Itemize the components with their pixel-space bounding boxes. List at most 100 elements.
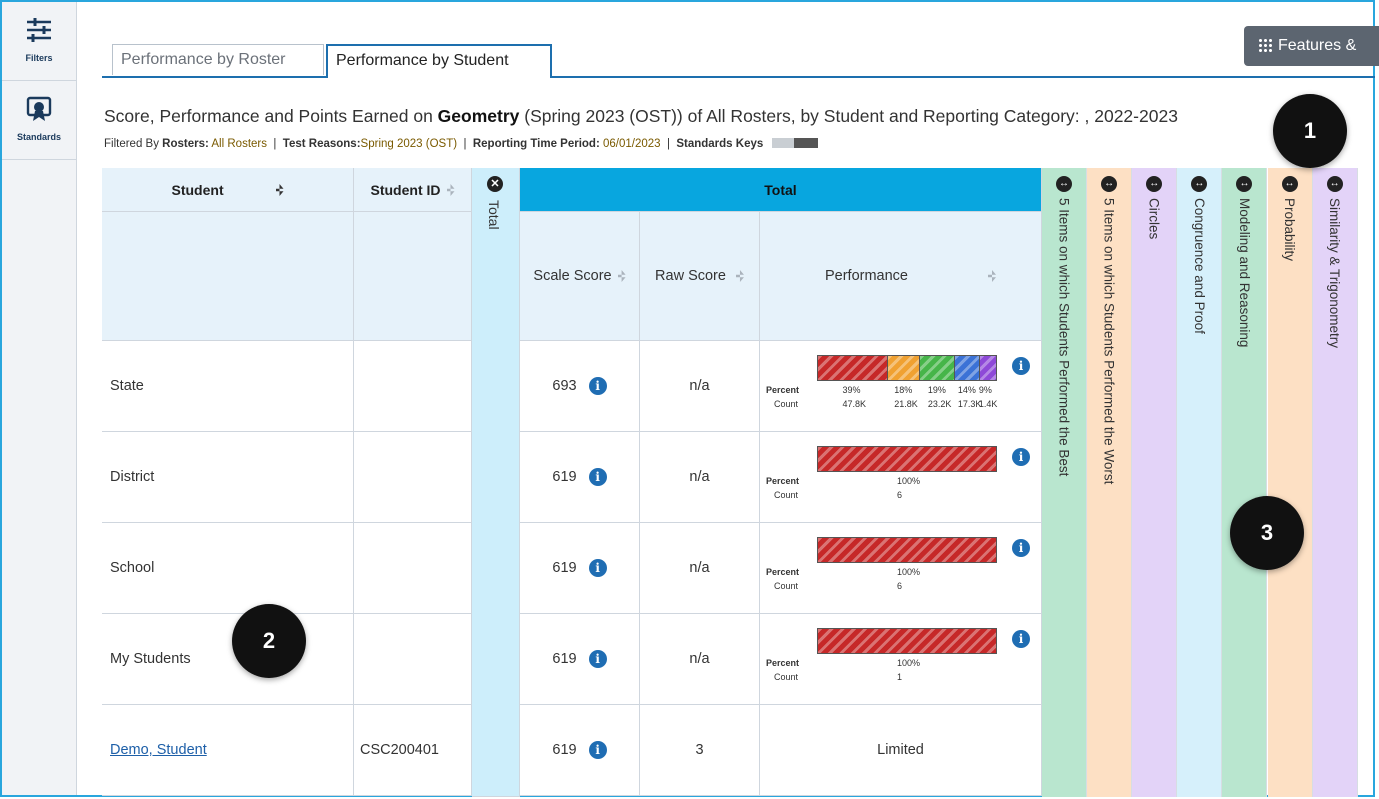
info-icon[interactable]: i — [588, 468, 607, 486]
expand-icon[interactable]: ↔ — [1281, 176, 1298, 192]
student-name: School — [110, 560, 155, 576]
percent-label: Percent — [766, 385, 800, 395]
category-column[interactable]: ↔ Circles — [1132, 168, 1178, 797]
filter-period-key: Reporting Time Period: — [472, 138, 600, 150]
raw-score-value: 3 — [695, 742, 704, 758]
performance-bar[interactable] — [817, 446, 997, 472]
performance-label: Performance — [824, 268, 908, 284]
info-icon[interactable]: i — [1012, 448, 1030, 466]
performance-level: Limited — [877, 742, 924, 758]
sort-icon[interactable] — [617, 270, 626, 282]
info-icon[interactable]: i — [1012, 630, 1030, 648]
expand-icon[interactable]: ↔ — [1326, 176, 1343, 192]
category-column[interactable]: ↔ 5 Items on which Students Performed the… — [1087, 168, 1133, 797]
raw-score-header[interactable]: Raw Score — [640, 212, 760, 341]
sort-icon[interactable] — [275, 184, 284, 196]
filters-button[interactable]: Filters — [2, 2, 76, 81]
category-label: Congruence and Proof — [1191, 198, 1207, 334]
sort-icon[interactable] — [988, 270, 996, 282]
expand-icon[interactable]: ↔ — [1236, 176, 1253, 192]
student-id-column-header[interactable]: Student ID — [354, 168, 472, 212]
performance-bar[interactable] — [817, 355, 997, 381]
filter-separator: | — [463, 138, 467, 150]
expand-icon[interactable]: ↔ — [1146, 176, 1163, 192]
scale-score-value: 619 — [552, 651, 577, 667]
filter-reasons-value: Spring 2023 (OST) — [360, 138, 458, 150]
performance-header[interactable]: Performance — [760, 212, 1042, 341]
category-label: Modeling and Reasoning — [1236, 198, 1252, 348]
sort-icon[interactable] — [735, 270, 744, 282]
category-column[interactable]: ↔ Probability — [1267, 168, 1313, 797]
table-row-student: School — [102, 523, 354, 614]
count-value: 6 — [897, 581, 903, 591]
student-link[interactable]: Demo, Student — [110, 742, 207, 758]
percent-label: Percent — [766, 567, 800, 577]
performance-segment — [818, 629, 996, 653]
expand-icon[interactable]: ↔ — [1056, 176, 1073, 192]
performance-segment — [888, 356, 921, 380]
performance-bar[interactable] — [817, 628, 997, 654]
info-icon[interactable]: i — [1012, 539, 1030, 557]
collapse-icon[interactable]: ✕ — [487, 176, 503, 192]
table-row-raw-score: n/a — [640, 341, 760, 432]
student-name: My Students — [110, 651, 191, 667]
tab-performance-by-roster[interactable]: Performance by Roster — [112, 44, 324, 75]
title-suffix: (Spring 2023 (OST)) of All Rosters, by S… — [519, 106, 1178, 126]
raw-score-value: n/a — [689, 378, 710, 394]
table-row-student-id — [354, 341, 472, 432]
percent-value: 19% — [927, 385, 946, 395]
performance-bar[interactable] — [817, 537, 997, 563]
student-column-header[interactable]: Student — [102, 168, 354, 212]
filter-summary: Filtered By Rosters: All Rosters | Test … — [104, 138, 819, 150]
title-prefix: Score, Performance and Points Earned on — [104, 106, 438, 126]
category-column[interactable]: ↔ Similarity & Trigonometry — [1312, 168, 1358, 797]
total-group-header: Total — [520, 168, 1042, 212]
count-label: Count — [774, 490, 799, 500]
percent-value: 100% — [897, 658, 921, 668]
sort-icon[interactable] — [446, 184, 455, 196]
info-icon[interactable]: i — [588, 650, 607, 668]
title-subject: Geometry — [437, 106, 520, 126]
report-tabs: Performance by Roster Performance by Stu… — [102, 44, 1375, 78]
performance-segment — [979, 356, 996, 380]
count-label: Count — [774, 581, 799, 591]
table-row-student-id — [354, 614, 472, 705]
features-label: Features & — [1278, 37, 1357, 54]
table-row-performance: 100% 1 Percent Count i — [760, 614, 1042, 705]
category-column[interactable]: ↔ 5 Items on which Students Performed the… — [1042, 168, 1088, 797]
report-title: Score, Performance and Points Earned on … — [104, 106, 1178, 127]
features-button[interactable]: Features & — [1244, 26, 1379, 66]
table-row-student: My Students — [102, 614, 354, 705]
filter-separator: | — [273, 138, 277, 150]
percent-label: Percent — [766, 658, 800, 668]
student-subheader — [102, 212, 354, 341]
filters-icon — [27, 18, 51, 42]
scale-score-header[interactable]: Scale Score — [520, 212, 640, 341]
category-label: 5 Items on which Students Performed the … — [1056, 198, 1072, 477]
info-icon[interactable]: i — [588, 377, 607, 395]
table-row-student: State — [102, 341, 354, 432]
count-label: Count — [774, 399, 799, 409]
standards-icon — [26, 96, 52, 121]
table-row-student: District — [102, 432, 354, 523]
count-value: 21.8K — [894, 399, 918, 409]
standards-label: Standards — [16, 132, 61, 142]
expand-icon[interactable]: ↔ — [1101, 176, 1118, 192]
filter-reasons-key: Test Reasons: — [282, 138, 361, 150]
standards-button[interactable]: Standards — [2, 81, 76, 160]
count-value: 23.2K — [927, 399, 952, 409]
percent-value: 18% — [894, 385, 913, 395]
category-column[interactable]: ↔ Congruence and Proof — [1177, 168, 1223, 797]
percent-value: 100% — [897, 476, 921, 486]
expand-icon[interactable]: ↔ — [1191, 176, 1208, 192]
info-icon[interactable]: i — [588, 559, 607, 577]
info-icon[interactable]: i — [588, 741, 607, 759]
category-column[interactable]: ↔ Modeling and Reasoning — [1222, 168, 1268, 797]
standards-keys-toggle[interactable] — [772, 138, 819, 148]
total-collapsed-column: ✕ Total — [472, 168, 520, 797]
info-icon[interactable]: i — [1012, 357, 1030, 375]
table-row-student: Demo, Student — [102, 705, 354, 796]
tab-performance-by-student[interactable]: Performance by Student — [326, 44, 552, 78]
callout-badge-2: 2 — [232, 604, 306, 678]
performance-segment — [920, 356, 955, 380]
